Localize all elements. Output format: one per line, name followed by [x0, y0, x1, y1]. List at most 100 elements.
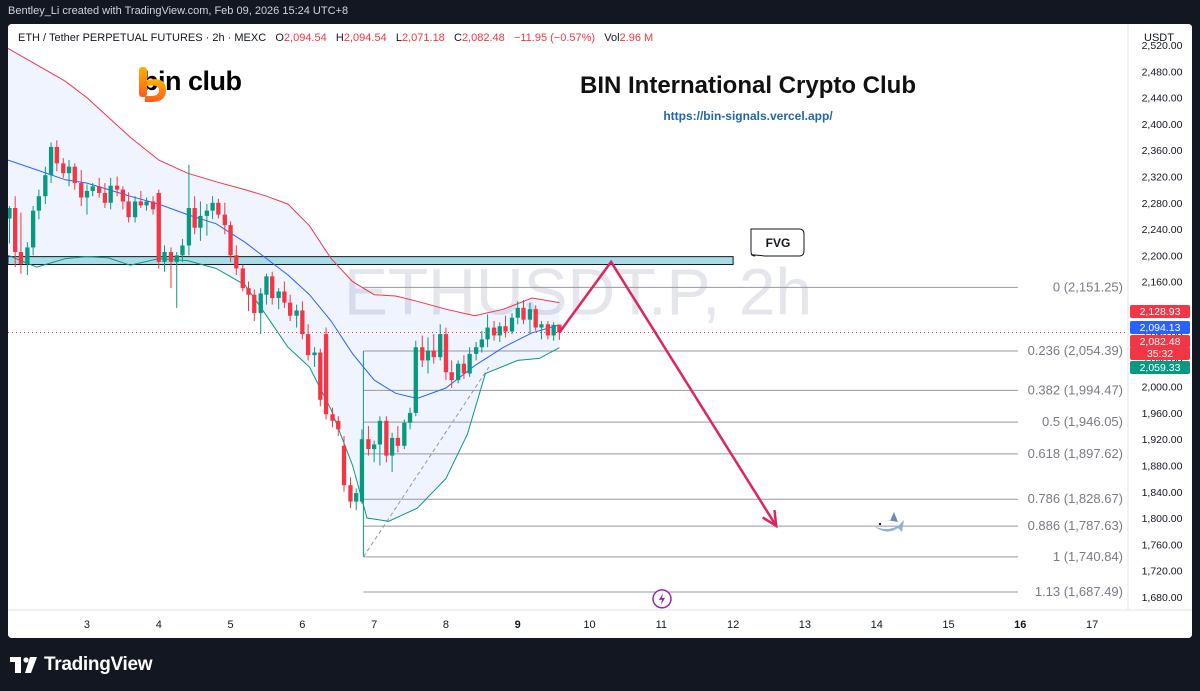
candle-body	[204, 210, 210, 216]
price-label-text: 2,128.93	[1140, 306, 1181, 318]
candle-body	[491, 327, 497, 336]
candle-body	[150, 201, 156, 210]
price-label-text: 2,059.33	[1140, 362, 1181, 374]
candle-body	[473, 347, 479, 354]
candle-body	[330, 414, 335, 421]
candle-body	[97, 186, 102, 193]
candle-body	[90, 186, 95, 191]
candle-body	[438, 334, 443, 358]
candle-body	[282, 291, 287, 303]
candle-body	[168, 252, 174, 262]
candle-body	[521, 307, 526, 320]
candle-body	[222, 214, 227, 226]
candle-body	[354, 493, 359, 502]
lightning-icon	[652, 589, 672, 609]
change-value: −11.95 (−0.57%)	[513, 32, 596, 44]
candle-body	[84, 190, 90, 198]
time-tick-label: 3	[84, 619, 90, 631]
candle-body	[425, 350, 431, 361]
candle-body	[515, 307, 520, 318]
candle-body	[431, 350, 436, 358]
candle-body	[192, 208, 197, 228]
candle-body	[372, 444, 377, 450]
attribution-bar: Bentley_Li created with TradingView.com,…	[0, 0, 1200, 22]
candle-body	[341, 445, 347, 486]
time-tick-label: 16	[1014, 619, 1026, 631]
high-label: H	[335, 32, 344, 44]
price-tick-label: 1,960.00	[1142, 408, 1183, 420]
tradingview-logo[interactable]: TradingView	[10, 654, 153, 676]
candle-body	[420, 347, 425, 361]
candle-body	[485, 327, 490, 340]
time-tick-label: 9	[515, 619, 521, 631]
close-value: 2,082.48	[461, 32, 505, 44]
price-tick-label: 1,760.00	[1142, 539, 1183, 551]
fib-level-label: 0.236 (2,054.39)	[1028, 343, 1123, 358]
candle-body	[36, 196, 42, 211]
volume-label: Vol	[604, 32, 620, 44]
candle-body	[336, 420, 341, 430]
price-tick-label: 2,240.00	[1142, 224, 1183, 236]
open-value: 2,094.54	[283, 32, 327, 44]
candle-body	[479, 339, 484, 348]
price-tick-label: 2,440.00	[1142, 93, 1183, 105]
fib-level-label: 1 (1,740.84)	[1053, 549, 1123, 564]
bin-club-mark-icon	[139, 67, 166, 102]
price-tick-label: 2,280.00	[1142, 198, 1183, 210]
tradingview-mark-icon	[10, 657, 37, 673]
price-tick-label: 2,160.00	[1142, 277, 1183, 289]
tradingview-logo-text: TradingView	[44, 654, 153, 675]
low-value: 2,071.18	[401, 32, 445, 44]
fib-level-label: 1.13 (1,687.49)	[1035, 584, 1123, 599]
candle-body	[449, 372, 454, 381]
time-tick-label: 6	[299, 619, 305, 631]
candle-body	[443, 334, 449, 373]
currency-button[interactable]: USDT	[1137, 28, 1181, 48]
candle-body	[276, 291, 281, 299]
candle-body	[162, 252, 167, 262]
candle-body	[252, 294, 257, 314]
candle-body	[174, 255, 179, 262]
candle-body	[323, 334, 329, 415]
time-tick-label: 17	[1086, 619, 1098, 631]
candle-body	[72, 166, 77, 184]
attribution-text: Bentley_Li created with TradingView.com,…	[8, 5, 349, 17]
candle-body	[348, 485, 353, 502]
candle-body	[246, 288, 251, 295]
candle-body	[288, 302, 293, 316]
time-tick-label: 4	[156, 619, 162, 631]
symbol-name[interactable]: ETH / Tether PERPETUAL FUTURES · 2h · ME…	[18, 32, 266, 44]
candle-body	[312, 352, 317, 356]
time-tick-label: 13	[799, 619, 811, 631]
candle-body	[258, 293, 263, 314]
candle-body	[402, 422, 407, 446]
candle-body	[198, 215, 203, 228]
candle-body	[318, 352, 323, 400]
open-label: O	[275, 32, 284, 44]
candle-body	[216, 202, 221, 215]
price-tick-label: 2,000.00	[1142, 382, 1183, 394]
candle-body	[54, 146, 59, 164]
high-value: 2,094.54	[343, 32, 387, 44]
candle-body	[264, 276, 269, 295]
time-tick-label: 11	[656, 619, 667, 631]
candle-body	[389, 437, 395, 456]
price-tick-label: 2,200.00	[1142, 250, 1183, 262]
candle-body	[294, 310, 299, 316]
candle-body	[30, 210, 36, 248]
price-tick-label: 2,360.00	[1142, 145, 1183, 157]
price-tick-label: 2,400.00	[1142, 119, 1183, 131]
club-url-link[interactable]: https://bin-signals.vercel.app/	[448, 109, 1048, 123]
candle-body	[359, 439, 365, 502]
candle-body	[102, 192, 108, 203]
candle-body	[413, 347, 418, 413]
time-tick-label: 5	[228, 619, 234, 631]
fib-level-label: 0.886 (1,787.63)	[1028, 518, 1123, 533]
candle-body	[461, 363, 467, 374]
price-label-text: 2,094.13	[1140, 322, 1181, 334]
symbol-legend: ETH / Tether PERPETUAL FUTURES · 2h · ME…	[18, 32, 653, 44]
candle-body	[66, 166, 72, 174]
chart-frame[interactable]: ETHUSDT.P, 2h 0 (2,151.25) 0.236 (2,054.39…	[8, 24, 1192, 638]
candle-body	[539, 324, 544, 328]
candle-body	[300, 310, 305, 335]
